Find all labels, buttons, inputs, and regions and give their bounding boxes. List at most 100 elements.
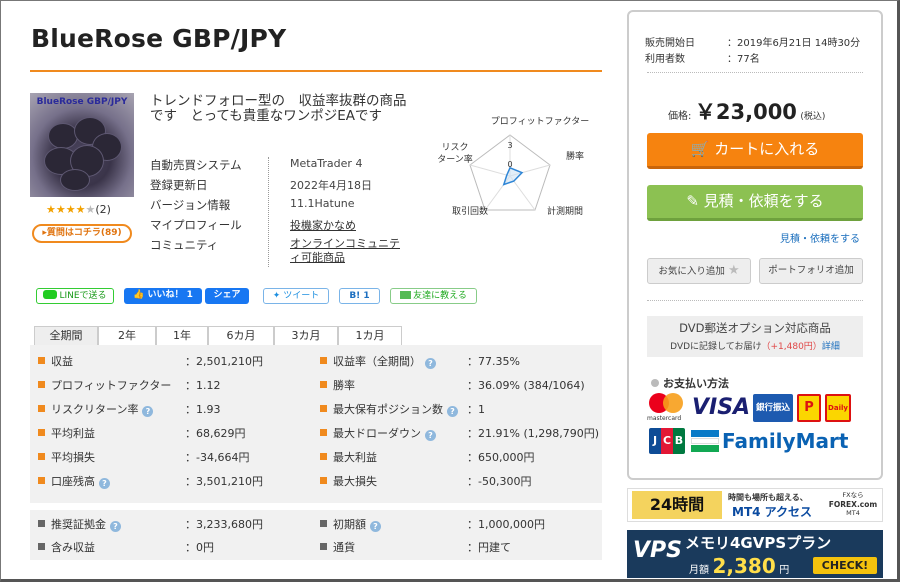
bullet-square bbox=[320, 357, 327, 364]
banner-vps-title: メモリ4GVPSプラン bbox=[685, 534, 832, 552]
tab-3-months[interactable]: 3カ月 bbox=[274, 326, 338, 345]
help-icon[interactable]: ? bbox=[99, 478, 110, 489]
stat-value: ：36.09% (384/1064) bbox=[467, 379, 585, 392]
mail-icon bbox=[400, 291, 412, 299]
author-profile-link[interactable]: 投機家かなめ bbox=[290, 217, 356, 233]
radar-chart: 3 0 プロフィットファクター 勝率 計測期間 取引回数 リスク ターン率 bbox=[437, 116, 589, 217]
quote-request-link[interactable]: 見積・依頼をする bbox=[780, 230, 860, 245]
help-icon[interactable]: ? bbox=[370, 521, 381, 532]
pencil-icon: ✎ bbox=[686, 192, 699, 210]
bullet-square bbox=[38, 543, 45, 550]
rose-petal bbox=[60, 169, 90, 191]
bullet-square bbox=[38, 453, 45, 460]
product-image-label: BlueRose GBP/JPY bbox=[36, 97, 128, 107]
banner-check-button[interactable]: CHECK! bbox=[813, 557, 877, 574]
dvd-note: DVDに記録してお届け（+1,480円）詳細 bbox=[670, 342, 840, 352]
question-button[interactable]: ▸質問はコチラ(89) bbox=[32, 224, 132, 243]
price-tax: (税込) bbox=[800, 112, 826, 122]
tab-6-months[interactable]: 6カ月 bbox=[208, 326, 274, 345]
help-icon[interactable]: ? bbox=[447, 406, 458, 417]
like-label: いいね！ 1 bbox=[147, 290, 193, 300]
rating-empty-star: ★ bbox=[85, 203, 96, 216]
help-icon[interactable]: ? bbox=[142, 406, 154, 417]
stat-label: 通貨 bbox=[320, 539, 355, 555]
stat-value: ：-50,300円 bbox=[467, 475, 532, 488]
stat-value: ：2,501,210円 bbox=[185, 355, 263, 368]
visa-logo: VISA bbox=[692, 395, 751, 420]
bullet-square bbox=[38, 477, 45, 484]
daily-logo: Daily bbox=[825, 394, 851, 422]
stat-value: ：77.35% bbox=[467, 355, 520, 368]
stat-value: ：1,000,000円 bbox=[467, 518, 545, 531]
jcb-b: B bbox=[673, 428, 685, 454]
bullet-square bbox=[38, 357, 45, 364]
line-label: LINEで送る bbox=[59, 291, 107, 301]
vps-plan-banner[interactable]: VPS メモリ4GVPSプラン 月額 2,380 円 CHECK! bbox=[627, 530, 883, 578]
fm-green-bar bbox=[691, 445, 719, 452]
community-link[interactable]: オンラインコミュニティ可能商品 bbox=[290, 237, 410, 265]
radar-scale-label: 3 bbox=[507, 141, 512, 150]
bullet-square bbox=[38, 429, 45, 436]
info-key: 登録更新日 bbox=[150, 178, 208, 192]
radar-label-riskreturn-1: リスク bbox=[441, 142, 468, 153]
banner-sub2: MT4 アクセス bbox=[732, 505, 813, 519]
cart-label: カートに入れる bbox=[714, 140, 820, 158]
hatena-bookmark-button[interactable]: B! 1 bbox=[339, 288, 380, 304]
quote-request-button[interactable]: ✎ 見積・依頼をする bbox=[647, 185, 863, 221]
tab-2-years[interactable]: 2年 bbox=[98, 326, 156, 345]
info-key: バージョン情報 bbox=[150, 198, 231, 212]
tab-1-year[interactable]: 1年 bbox=[156, 326, 208, 345]
product-image[interactable]: BlueRose GBP/JPY bbox=[30, 93, 134, 197]
mastercard-orange-circle bbox=[663, 393, 683, 413]
rating[interactable]: ★★★★★(2) bbox=[46, 203, 111, 216]
stat-value: ：1.93 bbox=[185, 403, 221, 416]
help-icon[interactable]: ? bbox=[110, 521, 121, 532]
banner-24h: 24時間 bbox=[632, 491, 722, 519]
tab-1-month[interactable]: 1カ月 bbox=[338, 326, 402, 345]
payment-title: お支払い方法 bbox=[651, 375, 729, 391]
tab-all-period[interactable]: 全期間 bbox=[34, 326, 98, 345]
forex-mt4-banner[interactable]: 24時間 時間も場所も超える、 MT4 アクセス FXなら FOREX.com … bbox=[627, 488, 883, 522]
jcb-logo: J C B bbox=[649, 428, 685, 454]
line-share-button[interactable]: LINEで送る bbox=[36, 288, 114, 304]
help-icon[interactable]: ? bbox=[425, 358, 436, 369]
stat-label: 収益 bbox=[38, 353, 73, 369]
facebook-like-button[interactable]: 👍 いいね！ 1 bbox=[124, 288, 202, 304]
bullet-square bbox=[320, 477, 327, 484]
fm-blue-bar bbox=[691, 430, 719, 437]
stat-value: ：3,501,210円 bbox=[185, 475, 263, 488]
info-separator bbox=[268, 157, 269, 267]
facebook-share-button[interactable]: シェア bbox=[205, 288, 249, 304]
circle-bullet-icon bbox=[651, 379, 659, 387]
bullet-square bbox=[320, 453, 327, 460]
dvd-detail-link[interactable]: 詳細 bbox=[822, 342, 840, 352]
add-to-cart-button[interactable]: 🛒 カートに入れる bbox=[647, 133, 863, 169]
sale-start-value: ：2019年6月21日 14時30分 bbox=[727, 38, 861, 49]
help-icon[interactable]: ? bbox=[425, 430, 436, 441]
bullet-square bbox=[38, 405, 45, 412]
radar-series bbox=[502, 166, 524, 186]
bullet-square bbox=[320, 405, 327, 412]
stat-value: ：1.12 bbox=[185, 379, 221, 392]
banner-sub1: 時間も場所も超える、 bbox=[728, 493, 808, 502]
jcb-j: J bbox=[649, 428, 661, 454]
stats-table: 収益 ：2,501,210円 プロフィットファクター ：1.12 リスクリターン… bbox=[30, 345, 602, 503]
add-portfolio-button[interactable]: ポートフォリオ追加 bbox=[759, 258, 863, 284]
sidebar-divider bbox=[647, 72, 863, 73]
stat-value: ：650,000円 bbox=[467, 451, 535, 464]
stat-label: 最大保有ポジション数? bbox=[320, 401, 458, 417]
tweet-button[interactable]: ✦ ツイート bbox=[263, 288, 329, 304]
info-value: 11.1Hatune bbox=[290, 197, 355, 210]
stat-value: ：-34,664円 bbox=[185, 451, 250, 464]
banner-vps: VPS bbox=[633, 538, 682, 563]
users-value: ：77名 bbox=[727, 54, 760, 65]
forex-logo: FXなら FOREX.com MT4 bbox=[828, 491, 878, 517]
stat-label: プロフィットファクター bbox=[38, 377, 171, 393]
bullet-square bbox=[320, 520, 327, 527]
add-favorite-button[interactable]: お気に入り追加 ★ bbox=[647, 258, 751, 284]
stat-label: 最大損失 bbox=[320, 473, 377, 489]
thumbs-up-icon: 👍 bbox=[133, 290, 145, 300]
info-key: マイプロフィール bbox=[150, 218, 242, 232]
mail-friend-button[interactable]: 友達に教える bbox=[390, 288, 477, 304]
stat-label: 口座残高? bbox=[38, 473, 110, 489]
